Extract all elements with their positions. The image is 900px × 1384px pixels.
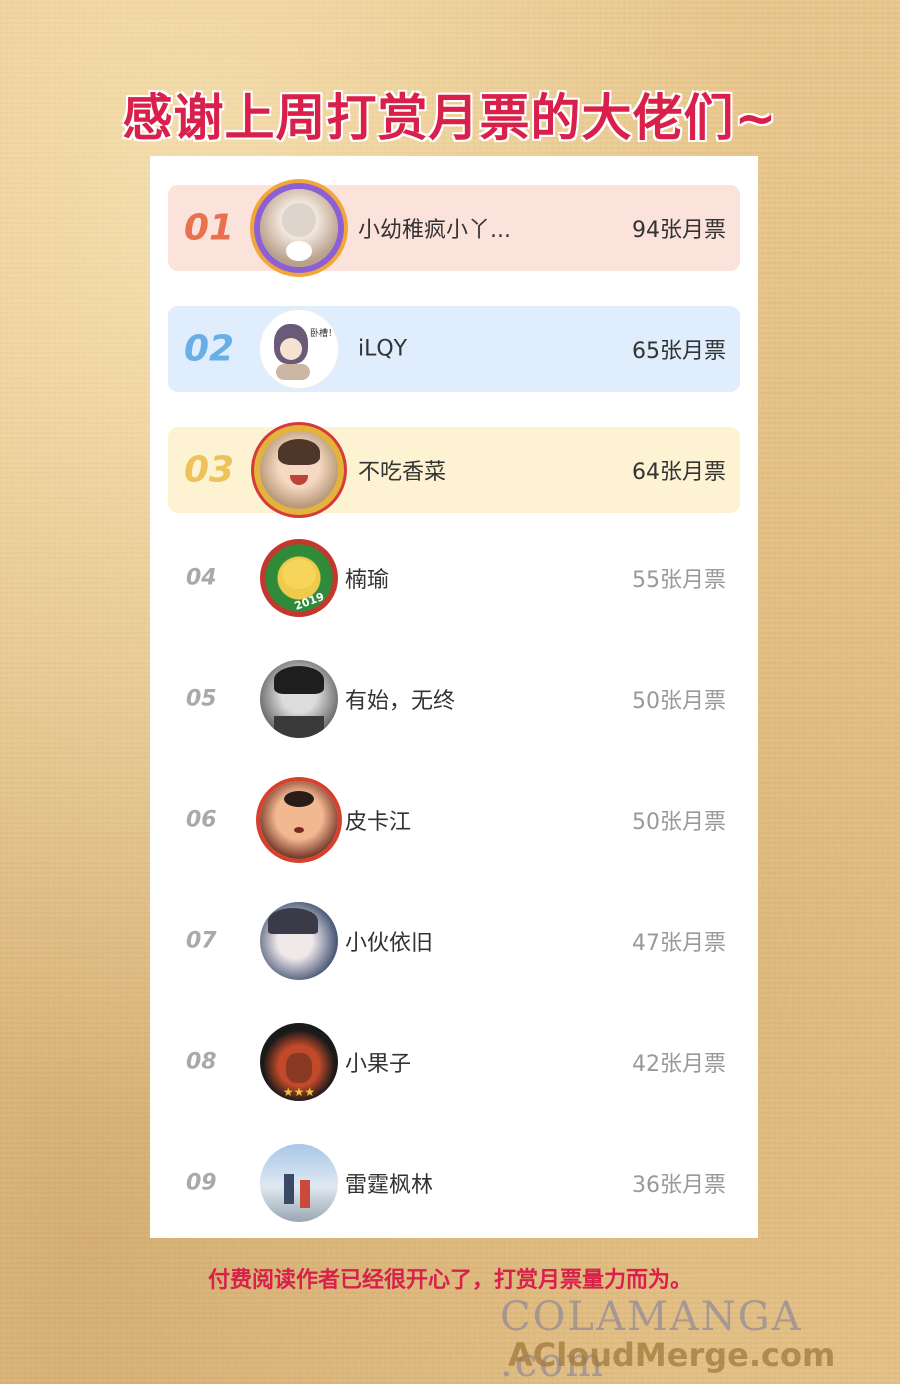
avatar[interactable] xyxy=(260,660,338,738)
rank-number: 03 xyxy=(184,449,235,491)
ranking-row-4[interactable]: 04 2019 楠瑜 55张月票 xyxy=(168,535,740,621)
user-name: 小伙依旧 xyxy=(345,931,434,956)
vote-count: 50张月票 xyxy=(632,689,726,714)
user-name: iLQY xyxy=(358,336,408,362)
user-name: 皮卡江 xyxy=(345,810,412,835)
rank-number: 04 xyxy=(186,565,217,591)
avatar[interactable]: 卧槽！ xyxy=(260,310,338,388)
rank-number: 09 xyxy=(186,1170,217,1196)
avatar[interactable] xyxy=(260,1144,338,1222)
ranking-row-9[interactable]: 09 雷霆枫林 36张月票 xyxy=(168,1140,740,1226)
user-name: 小幼稚疯小丫... xyxy=(358,218,511,243)
avatar[interactable] xyxy=(260,189,338,267)
ranking-row-8[interactable]: 08 ★★★ 小果子 42张月票 xyxy=(168,1019,740,1105)
vote-count: 50张月票 xyxy=(632,810,726,835)
ranking-row-2[interactable]: 02 卧槽！ iLQY 65张月票 xyxy=(168,306,740,392)
rank-number: 02 xyxy=(184,328,235,370)
ranking-panel: 01 小幼稚疯小丫... 94张月票 02 卧槽！ iLQY 65张月票 03 … xyxy=(150,156,758,1238)
user-name: 不吃香菜 xyxy=(358,460,447,485)
avatar[interactable] xyxy=(260,781,338,859)
user-name: 小果子 xyxy=(345,1052,412,1077)
rank-number: 08 xyxy=(186,1049,217,1075)
ranking-row-5[interactable]: 05 有始，无终 50张月票 xyxy=(168,656,740,742)
ranking-row-6[interactable]: 06 皮卡江 50张月票 xyxy=(168,777,740,863)
page-title: 感谢上周打赏月票的大佬们~ xyxy=(122,89,778,147)
avatar[interactable] xyxy=(260,431,338,509)
avatar[interactable] xyxy=(260,902,338,980)
vote-count: 36张月票 xyxy=(632,1173,726,1198)
user-name: 楠瑜 xyxy=(345,568,390,593)
vote-count: 64张月票 xyxy=(632,460,726,485)
vote-count: 47张月票 xyxy=(632,931,726,956)
ranking-row-3[interactable]: 03 不吃香菜 64张月票 xyxy=(168,427,740,513)
watermark-acloudmerge: ACloudMerge.com xyxy=(508,1336,836,1374)
ranking-row-1[interactable]: 01 小幼稚疯小丫... 94张月票 xyxy=(168,185,740,271)
rank-number: 05 xyxy=(186,686,217,712)
avatar-caption: 2019 xyxy=(292,590,326,613)
avatar[interactable]: ★★★ xyxy=(260,1023,338,1101)
avatar[interactable]: 2019 xyxy=(260,539,338,617)
vote-count: 65张月票 xyxy=(632,339,726,364)
user-name: 有始，无终 xyxy=(345,689,456,714)
avatar-caption: 卧槽！ xyxy=(310,329,338,339)
user-name: 雷霆枫林 xyxy=(345,1173,434,1198)
footer-note: 付费阅读作者已经很开心了，打赏月票量力而为。 xyxy=(207,1268,692,1293)
rank-number: 07 xyxy=(186,928,217,954)
rank-number: 06 xyxy=(186,807,217,833)
vote-count: 55张月票 xyxy=(632,568,726,593)
vote-count: 42张月票 xyxy=(632,1052,726,1077)
vote-count: 94张月票 xyxy=(632,218,726,243)
ranking-row-7[interactable]: 07 小伙依旧 47张月票 xyxy=(168,898,740,984)
rank-number: 01 xyxy=(184,207,235,249)
